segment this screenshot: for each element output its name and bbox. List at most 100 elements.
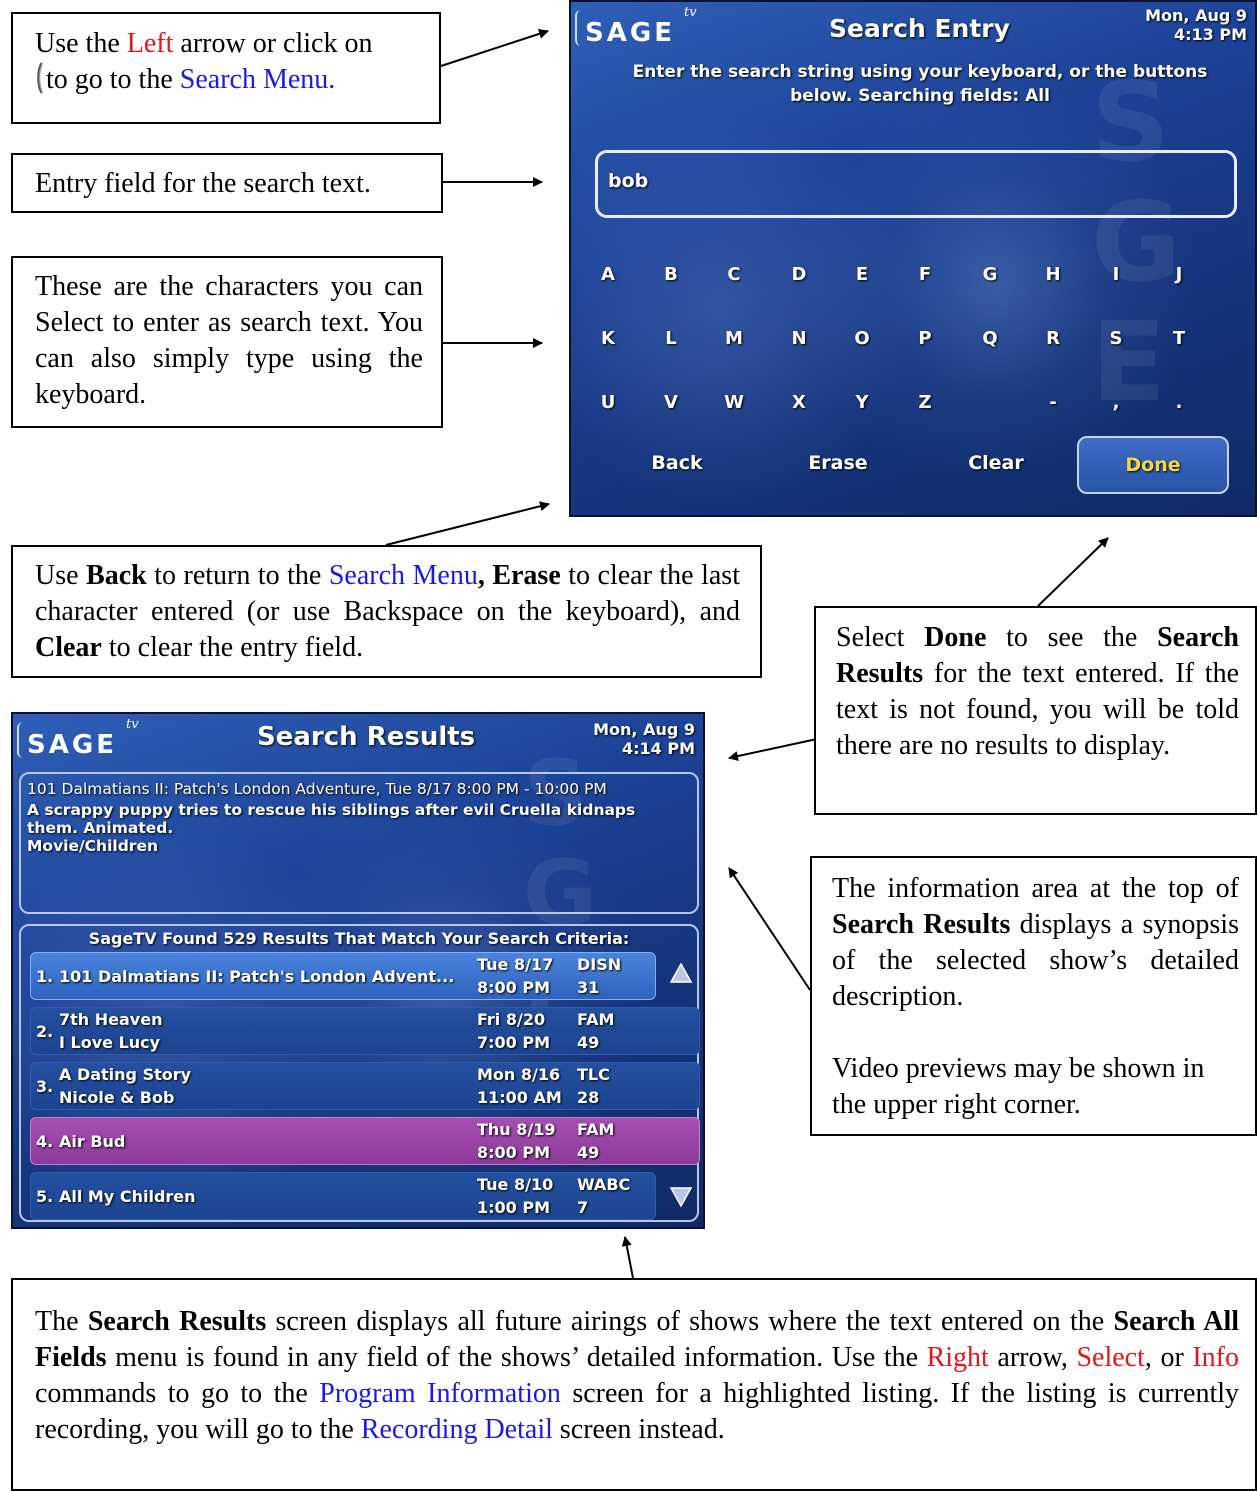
erase-button[interactable]: Erase <box>793 452 883 474</box>
key-d[interactable]: D <box>779 264 819 285</box>
date-time: Mon, Aug 9 4:14 PM <box>593 720 695 758</box>
result-time: 8:00 PM <box>477 978 551 997</box>
result-row[interactable]: 2. 7th Heaven I Love Lucy Fri 8/20 7:00 PM FA… <box>30 1007 700 1055</box>
result-time: 11:00 AM <box>477 1088 562 1107</box>
key-l[interactable]: L <box>651 328 691 349</box>
arrow-to-buttons <box>385 501 550 546</box>
result-channel-number: 31 <box>577 978 600 997</box>
callout-buttons: Use Back to return to the Search Menu, E… <box>11 545 762 678</box>
search-entry-field[interactable]: bob <box>595 150 1237 218</box>
arrow-to-done-button <box>1037 537 1109 607</box>
screen-title: Search Results <box>257 722 476 752</box>
key-v[interactable]: V <box>651 392 691 413</box>
result-day: Fri 8/20 <box>477 1010 546 1029</box>
select-key-label: Select <box>1076 1342 1145 1373</box>
key-b[interactable]: B <box>651 264 691 285</box>
result-channel-number: 49 <box>577 1143 600 1162</box>
result-day: Mon 8/16 <box>477 1065 561 1084</box>
key-comma[interactable]: , <box>1096 392 1136 413</box>
info-category: Movie/Children <box>27 837 158 855</box>
left-key-label: Left <box>126 28 174 59</box>
result-time: 7:00 PM <box>477 1033 551 1052</box>
key-dash[interactable]: - <box>1033 392 1073 413</box>
result-number: 5. <box>36 1187 54 1206</box>
result-time: 1:00 PM <box>477 1198 551 1217</box>
result-day: Thu 8/19 <box>477 1120 556 1139</box>
results-count-header: SageTV Found 529 Results That Match Your… <box>88 929 630 948</box>
result-row[interactable]: 5. All My Children Tue 8/10 1:00 PM WABC 7 <box>30 1172 656 1220</box>
key-o[interactable]: O <box>842 328 882 349</box>
callout-left-arrow: Use the Left arrow or click on to go to … <box>11 12 441 124</box>
search-menu-link: Search Menu <box>179 64 329 95</box>
key-x[interactable]: X <box>779 392 819 413</box>
search-menu-link: Search Menu <box>328 560 478 591</box>
result-channel: FAM <box>577 1010 615 1029</box>
key-e[interactable]: E <box>842 264 882 285</box>
key-period[interactable]: . <box>1159 392 1199 413</box>
result-channel-number: 7 <box>577 1198 589 1217</box>
left-tab-icon <box>37 62 43 94</box>
result-episode: I Love Lucy <box>59 1033 161 1052</box>
key-s[interactable]: S <box>1096 328 1136 349</box>
result-channel: TLC <box>577 1065 610 1084</box>
result-title: 101 Dalmatians II: Patch's London Advent… <box>59 967 455 986</box>
clear-button[interactable]: Clear <box>951 452 1041 474</box>
key-f[interactable]: F <box>905 264 945 285</box>
instruction-text: Enter the search string using your keybo… <box>632 62 1208 106</box>
date-time: Mon, Aug 9 4:13 PM <box>1145 6 1247 44</box>
info-area: 101 Dalmatians II: Patch's London Advent… <box>19 772 699 914</box>
key-j[interactable]: J <box>1159 264 1199 285</box>
key-y[interactable]: Y <box>842 392 882 413</box>
info-key-label: Info <box>1192 1342 1239 1373</box>
key-n[interactable]: N <box>779 328 819 349</box>
result-day: Tue 8/17 <box>477 955 554 974</box>
result-row[interactable]: 3. A Dating Story Nicole & Bob Mon 8/16 11:0… <box>30 1062 700 1110</box>
scroll-up-icon[interactable] <box>669 962 693 984</box>
result-channel: DISN <box>577 955 622 974</box>
arrow-to-info-area <box>728 867 811 991</box>
result-row[interactable]: 1. 101 Dalmatians II: Patch's London Adve… <box>30 952 656 1000</box>
key-p[interactable]: P <box>905 328 945 349</box>
arrow-to-back-button <box>440 29 549 67</box>
key-t[interactable]: T <box>1159 328 1199 349</box>
result-episode: Nicole & Bob <box>59 1088 175 1107</box>
back-tab-handle[interactable] <box>17 722 25 758</box>
back-button[interactable]: Back <box>637 452 717 474</box>
result-title: Air Bud <box>59 1132 126 1151</box>
callout-info-area: The information area at the top of Searc… <box>810 856 1257 1136</box>
screen-title: Search Entry <box>829 14 1010 43</box>
info-title-line: 101 Dalmatians II: Patch's London Advent… <box>27 780 607 798</box>
result-number: 2. <box>36 1022 54 1041</box>
key-r[interactable]: R <box>1033 328 1073 349</box>
arrow-to-results-list <box>621 1236 634 1279</box>
recording-detail-link: Recording Detail <box>360 1414 553 1445</box>
result-title: All My Children <box>59 1187 196 1206</box>
callout-characters: These are the characters you can Select … <box>11 256 443 428</box>
key-w[interactable]: W <box>714 392 754 413</box>
done-button[interactable]: Done <box>1077 436 1229 494</box>
key-m[interactable]: M <box>714 328 754 349</box>
key-a[interactable]: A <box>588 264 628 285</box>
key-i[interactable]: I <box>1096 264 1136 285</box>
key-k[interactable]: K <box>588 328 628 349</box>
program-information-link: Program Information <box>319 1378 561 1409</box>
result-channel-number: 28 <box>577 1088 600 1107</box>
key-c[interactable]: C <box>714 264 754 285</box>
result-time: 8:00 PM <box>477 1143 551 1162</box>
scroll-down-icon[interactable] <box>669 1186 693 1208</box>
callout-entry-field: Entry field for the search text. <box>11 153 443 213</box>
result-title: 7th Heaven <box>59 1010 163 1029</box>
result-row[interactable]: 4. Air Bud Thu 8/19 8:00 PM FAM 49 <box>30 1117 700 1165</box>
key-q[interactable]: Q <box>970 328 1010 349</box>
result-channel: FAM <box>577 1120 615 1139</box>
sagetv-logo: SAGE <box>585 18 675 48</box>
key-z[interactable]: Z <box>905 392 945 413</box>
result-number: 3. <box>36 1077 54 1096</box>
sage-watermark: SGE <box>1091 58 1188 426</box>
callout-done: Select Done to see the Search Results fo… <box>814 606 1257 815</box>
back-tab-handle[interactable] <box>575 10 583 46</box>
key-h[interactable]: H <box>1033 264 1073 285</box>
result-title: A Dating Story <box>59 1065 192 1084</box>
key-u[interactable]: U <box>588 392 628 413</box>
key-g[interactable]: G <box>970 264 1010 285</box>
